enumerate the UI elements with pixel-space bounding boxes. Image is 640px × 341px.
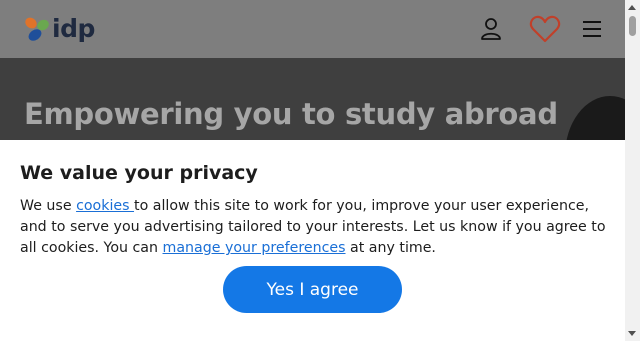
site-header: idp <box>0 0 625 58</box>
privacy-title: We value your privacy <box>20 162 258 184</box>
scrollbar[interactable] <box>625 0 640 341</box>
scroll-up-arrow-icon[interactable] <box>628 5 636 10</box>
hero-section: Empowering you to study abroad <box>0 58 625 148</box>
scroll-down-arrow-icon[interactable] <box>628 331 636 336</box>
agree-button[interactable]: Yes I agree <box>223 266 402 313</box>
menu-icon[interactable] <box>577 14 607 44</box>
privacy-text: We use cookies to allow this site to wor… <box>20 196 610 259</box>
user-icon[interactable] <box>476 14 506 44</box>
idp-logo-icon <box>25 17 49 41</box>
logo-text: idp <box>52 14 95 43</box>
privacy-banner: We value your privacy We use cookies to … <box>0 140 625 341</box>
hero-title: Empowering you to study abroad <box>24 97 558 131</box>
scrollbar-thumb[interactable] <box>629 16 636 36</box>
idp-logo[interactable]: idp <box>24 15 95 43</box>
heart-icon[interactable] <box>528 14 562 44</box>
privacy-text-end: at any time. <box>345 240 436 256</box>
privacy-text-start: We use <box>20 198 77 214</box>
manage-preferences-link[interactable]: manage your preferences <box>163 240 346 256</box>
cookies-link[interactable]: cookies <box>76 198 134 214</box>
